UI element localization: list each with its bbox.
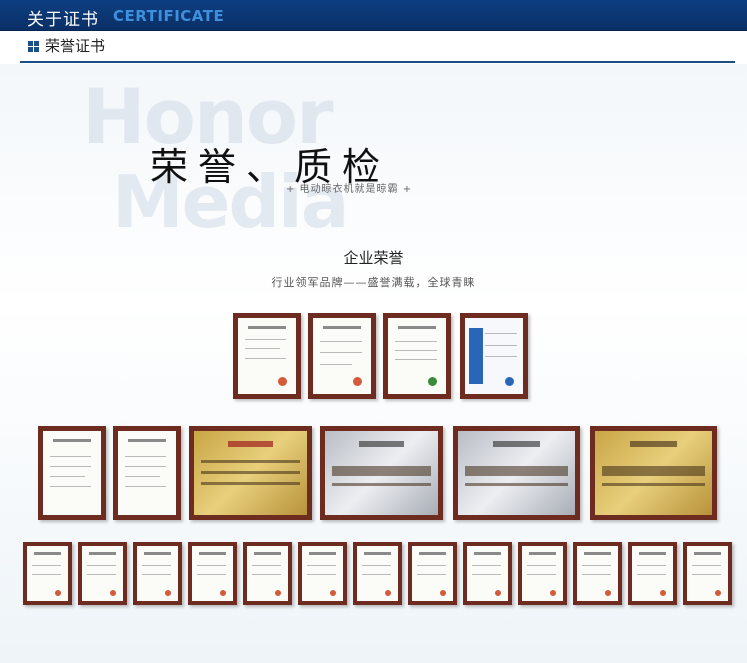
iso-certificate-frame xyxy=(460,313,528,399)
divider xyxy=(20,61,735,63)
certificate-frame xyxy=(133,542,182,605)
honor-plaque xyxy=(453,426,580,520)
certificate-frame xyxy=(308,313,376,399)
certificate-frame xyxy=(23,542,72,605)
top-banner: 关于证书 CERTIFICATE xyxy=(0,0,747,31)
certificate-frame xyxy=(573,542,622,605)
certificate-frame xyxy=(463,542,512,605)
section-label: 荣誉证书 xyxy=(45,37,106,55)
certificate-frame xyxy=(383,313,451,399)
certificate-frame xyxy=(233,313,301,399)
section-header: 荣誉证书 xyxy=(0,31,747,64)
honor-plaque xyxy=(320,426,443,520)
honor-banner-image: Honor Media 荣誉、质检 + 电动晾衣机就是晾霸 + 企业荣誉 行业领… xyxy=(0,64,747,663)
certificate-frame xyxy=(38,426,106,520)
certificate-frame xyxy=(628,542,677,605)
certificate-frame xyxy=(683,542,732,605)
certificate-frame xyxy=(408,542,457,605)
certificate-frame xyxy=(518,542,567,605)
certificate-frame xyxy=(78,542,127,605)
enterprise-honor-subtitle: 行业领军品牌——盛誉满载，全球青睐 xyxy=(271,276,476,289)
certificate-frame xyxy=(243,542,292,605)
certificate-frame xyxy=(188,542,237,605)
banner-tagline: + 电动晾衣机就是晾霸 + xyxy=(286,184,413,195)
honor-plaque xyxy=(590,426,717,520)
certificate-frame xyxy=(113,426,181,520)
enterprise-honor-title: 企业荣誉 xyxy=(343,249,404,267)
page-title: 关于证书 xyxy=(27,10,99,30)
certificate-frame xyxy=(298,542,347,605)
honor-plaque xyxy=(189,426,312,520)
grid-icon xyxy=(28,41,39,52)
page-title-en: CERTIFICATE xyxy=(113,7,225,25)
certificate-frame xyxy=(353,542,402,605)
